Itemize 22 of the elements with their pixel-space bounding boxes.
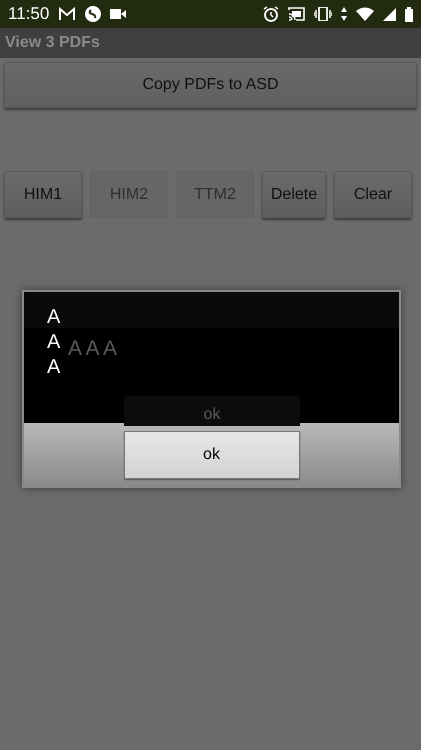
ok-button[interactable]: ok <box>124 396 300 426</box>
dialog-text: A <box>47 330 60 355</box>
signal-icon <box>383 8 396 20</box>
circle-logo-icon <box>85 6 102 22</box>
dialog-message: A A A <box>68 337 118 361</box>
cast-icon <box>288 7 305 21</box>
dialog-text: A <box>47 355 60 380</box>
video-camera-icon <box>110 9 126 19</box>
mail-icon <box>58 7 76 21</box>
dialog-text: A <box>47 305 60 330</box>
toolbar-button[interactable]: Clear <box>334 171 412 218</box>
data-arrows-icon <box>341 7 347 21</box>
battery-icon <box>405 6 413 22</box>
ok-button[interactable]: ok <box>124 430 300 478</box>
clock: 11:50 <box>8 4 50 24</box>
wifi-icon <box>356 7 374 21</box>
toolbar-button[interactable]: HIM1 <box>4 171 82 218</box>
copy-button[interactable]: Copy PDFs to ASD <box>4 62 417 108</box>
vibrate-icon <box>314 7 332 21</box>
toolbar-button[interactable]: Delete <box>262 171 326 218</box>
app-title: View 3 PDFs <box>5 34 100 52</box>
alarm-clock-icon <box>263 6 279 22</box>
